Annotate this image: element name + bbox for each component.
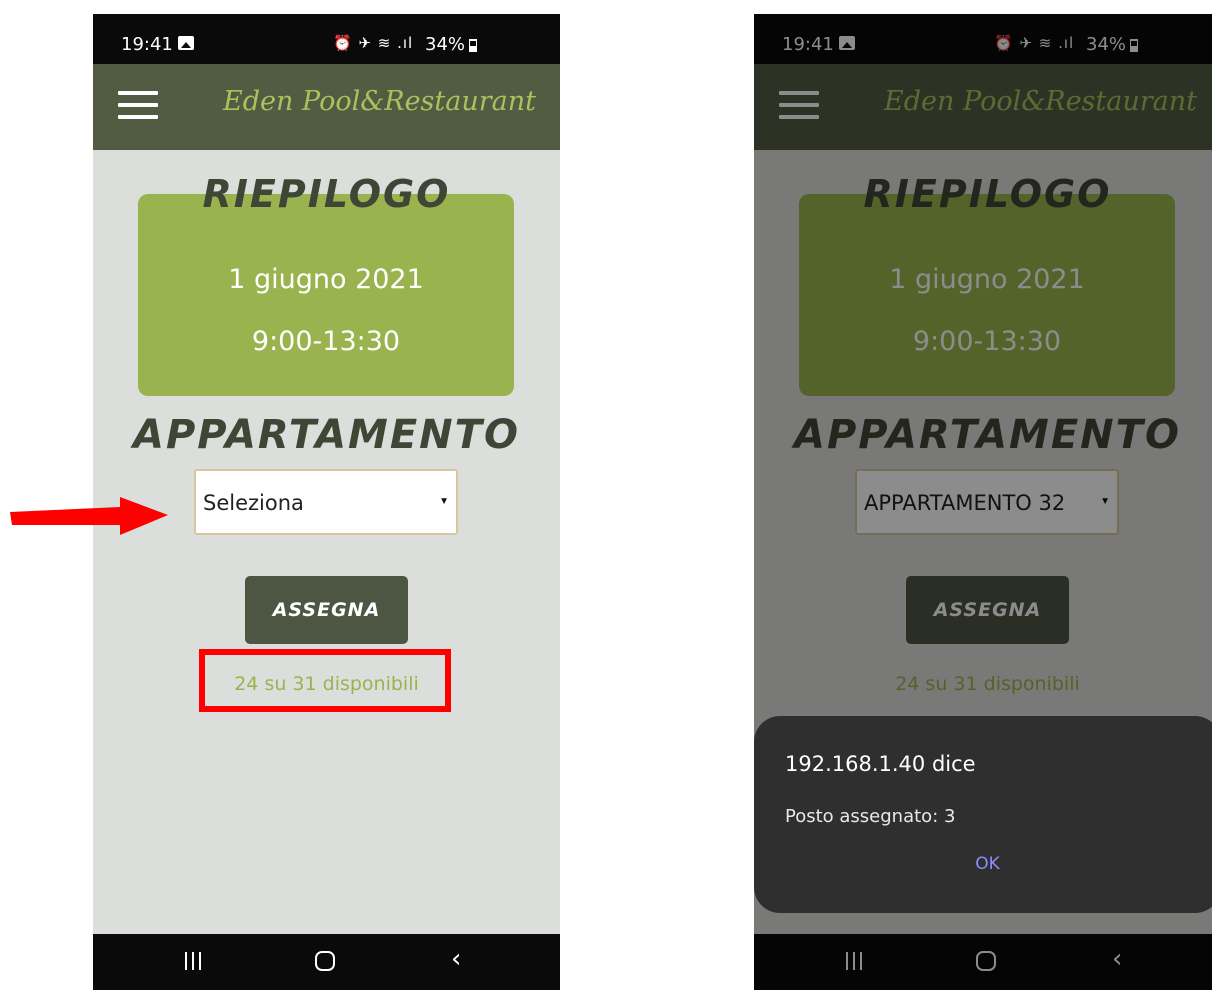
battery-icon — [469, 39, 477, 52]
app-header: Eden Pool&Restaurant — [93, 64, 560, 150]
battery-level: 34% — [425, 34, 466, 55]
annotation-arrow-icon — [10, 497, 168, 535]
status-bar: 19:41 ⏰ ✈ ≋ .ıl 34% — [93, 14, 560, 64]
alert-dialog: 192.168.1.40 dice Posto assegnato: 3 OK — [754, 716, 1212, 913]
hamburger-icon[interactable] — [118, 91, 158, 121]
recents-icon[interactable] — [185, 952, 201, 970]
apartment-select-value: Seleziona — [203, 491, 304, 515]
booking-hours: 9:00-13:30 — [251, 326, 401, 357]
ok-button[interactable]: OK — [754, 854, 1212, 874]
apartment-heading: APPARTAMENTO — [133, 412, 520, 458]
summary-card: 1 giugno 2021 9:00-13:30 — [138, 194, 514, 396]
phone-screen-right: 19:41 ⏰ ✈ ≋ .ıl 34% Eden Pool&Restaurant… — [754, 14, 1212, 990]
apartment-select[interactable]: Seleziona ▼ — [194, 469, 458, 535]
dialog-message: Posto assegnato: 3 — [785, 806, 956, 827]
annotation-highlight-box — [199, 649, 451, 712]
summary-heading: RIEPILOGO — [202, 172, 451, 216]
gallery-notification-icon — [178, 36, 194, 50]
assign-button[interactable]: ASSEGNA — [245, 576, 408, 644]
home-icon[interactable] — [315, 951, 335, 971]
back-icon[interactable]: ‹ — [451, 946, 461, 972]
brand-title: Eden Pool&Restaurant — [223, 86, 536, 117]
caret-down-icon: ▼ — [439, 496, 449, 507]
dialog-title: 192.168.1.40 dice — [785, 752, 976, 776]
status-time: 19:41 — [121, 34, 173, 55]
booking-date: 1 giugno 2021 — [228, 264, 424, 295]
android-nav-bar: ‹ — [93, 934, 560, 990]
system-status-icons: ⏰ ✈ ≋ .ıl — [333, 34, 414, 52]
main-content: 1 giugno 2021 9:00-13:30 RIEPILOGO APPAR… — [93, 150, 560, 934]
